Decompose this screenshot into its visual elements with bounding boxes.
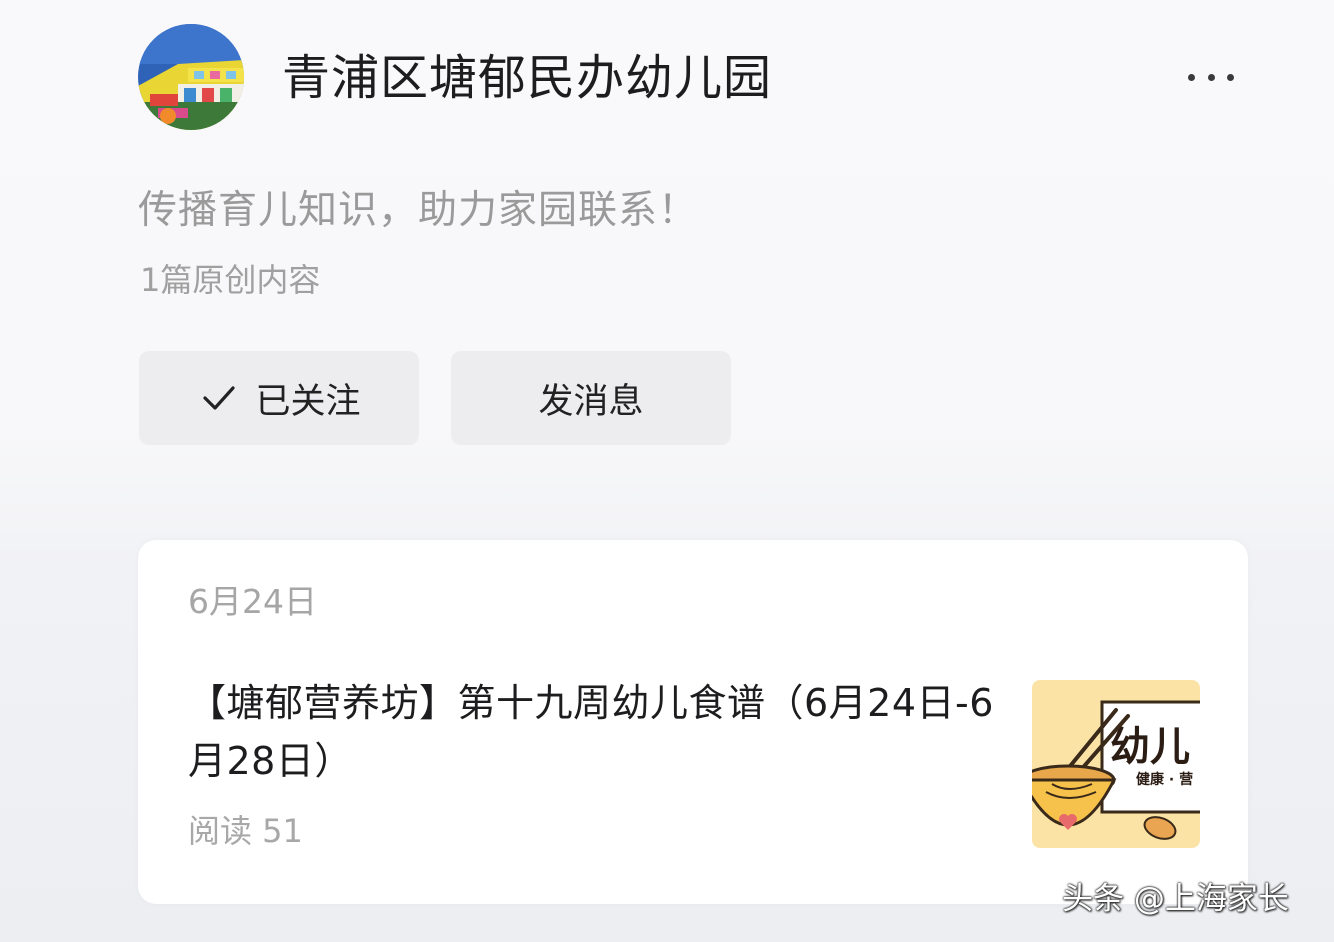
more-dot-icon [1188, 73, 1195, 81]
account-avatar[interactable] [138, 24, 244, 130]
more-options-button[interactable] [1184, 62, 1238, 92]
kindergarten-building-photo-icon [138, 24, 244, 130]
article-date: 6月24日 [188, 582, 317, 621]
account-name: 青浦区塘郁民办幼儿园 [282, 50, 773, 106]
noodle-bowl-illustration-icon: 幼儿 健康 · 营 [1032, 680, 1200, 848]
send-message-label: 发消息 [538, 381, 644, 422]
send-message-button[interactable]: 发消息 [451, 351, 731, 445]
article-read-count: 阅读 51 [188, 812, 303, 850]
thumbnail-title: 幼儿 [1110, 724, 1190, 770]
more-dot-icon [1207, 73, 1215, 81]
checkmark-icon [203, 386, 236, 410]
original-content-count[interactable]: 1篇原创内容 [140, 258, 320, 302]
follow-button-label: 已关注 [255, 381, 361, 422]
account-description: 传播育儿知识，助力家园联系！ [138, 188, 699, 233]
watermark: 头条 @上海家长 [1062, 881, 1289, 917]
thumbnail-subtitle: 健康 · 营 [1136, 771, 1193, 788]
article-thumbnail[interactable]: 幼儿 健康 · 营 [1032, 680, 1200, 848]
more-dot-icon [1227, 73, 1234, 81]
follow-button[interactable]: 已关注 [139, 351, 419, 445]
article-title[interactable]: 【塘郁营养坊】第十九周幼儿食谱（6月24日-6月28日） [188, 674, 998, 790]
article-card[interactable]: 6月24日 【塘郁营养坊】第十九周幼儿食谱（6月24日-6月28日） 阅读 51… [138, 540, 1248, 904]
